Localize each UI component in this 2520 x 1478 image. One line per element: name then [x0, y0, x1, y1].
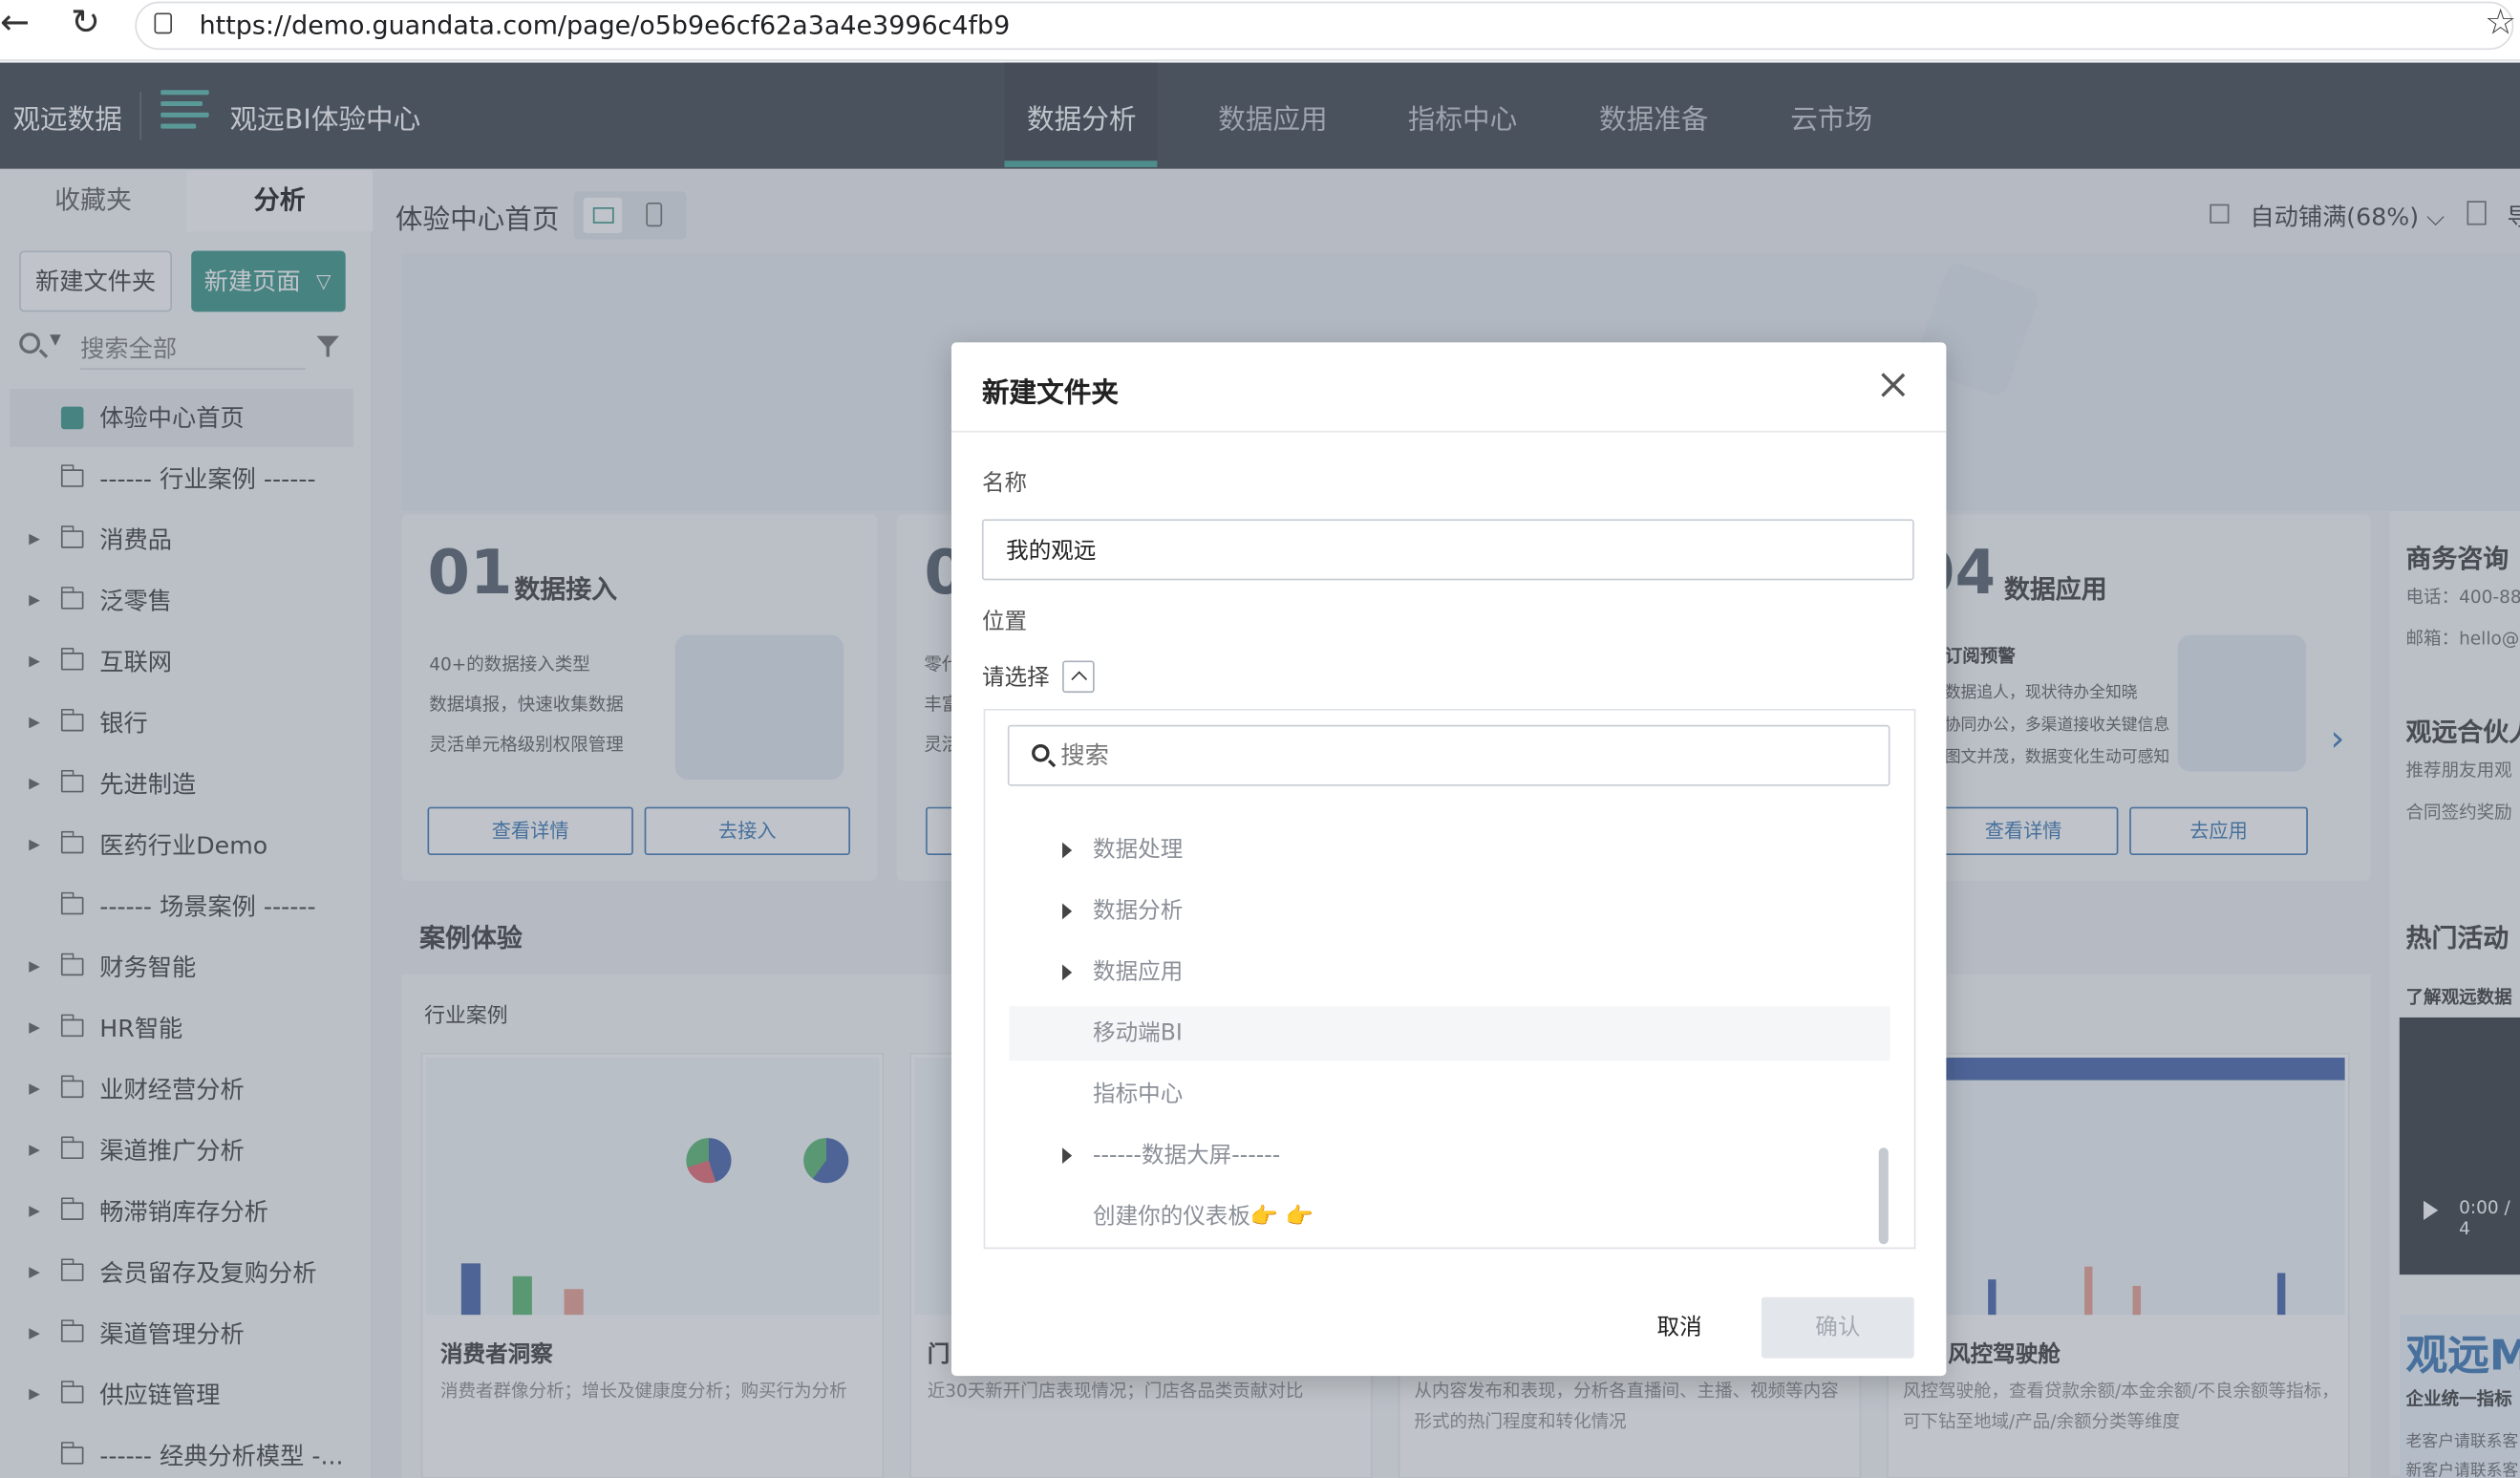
tree-node-label: 数据应用	[1093, 959, 1184, 986]
tree-node[interactable]: 创建你的仪表板👉 👉	[1010, 1189, 1890, 1244]
dialog-title: 新建文件夹	[981, 377, 1119, 411]
tree-node[interactable]: 数据处理	[1010, 823, 1890, 877]
tree-node[interactable]: 移动端BI	[1009, 1006, 1890, 1061]
name-label: 名称	[981, 470, 1028, 497]
tree-node-label: 数据处理	[1093, 837, 1184, 864]
folder-name-input[interactable]	[981, 519, 1914, 581]
caret-right-icon[interactable]	[1062, 1147, 1073, 1165]
tree-node[interactable]: 指标中心	[1010, 1067, 1890, 1122]
caret-right-icon[interactable]	[1062, 964, 1073, 981]
lock-icon	[154, 12, 173, 34]
cancel-button[interactable]: 取消	[1627, 1297, 1733, 1359]
reload-icon[interactable]: ↻	[71, 3, 100, 43]
tree-scrollbar[interactable]	[1878, 1147, 1889, 1245]
back-arrow-icon[interactable]: ←	[0, 3, 30, 43]
star-icon[interactable]: ☆	[2485, 3, 2516, 43]
tree-node-label: 指标中心	[1093, 1082, 1184, 1108]
search-icon	[1032, 743, 1050, 762]
location-select[interactable]: 请选择	[982, 660, 1050, 693]
tree-node[interactable]: 数据分析	[1010, 884, 1890, 938]
confirm-button[interactable]: 确认	[1761, 1296, 1914, 1359]
url-text[interactable]: https://demo.guandata.com/page/o5b9e6cf6…	[200, 10, 1011, 40]
caret-right-icon[interactable]	[1062, 903, 1073, 920]
tree-node-label: ------数据大屏------	[1093, 1143, 1281, 1169]
tree-node-label: 创建你的仪表板👉 👉	[1093, 1204, 1314, 1231]
tree-node[interactable]: ------数据大屏------	[1010, 1128, 1890, 1183]
dialog-divider	[950, 430, 1947, 433]
tree-node-label: 移动端BI	[1093, 1020, 1183, 1047]
location-label: 位置	[981, 609, 1028, 635]
caret-right-icon[interactable]	[1062, 842, 1073, 859]
tree-search-input[interactable]	[1060, 733, 1865, 779]
tree-node-label: 数据分析	[1093, 898, 1184, 925]
tree-node[interactable]: 数据应用	[1010, 945, 1890, 999]
chevron-up-icon[interactable]	[1062, 660, 1095, 694]
close-icon[interactable]	[1874, 367, 1912, 405]
